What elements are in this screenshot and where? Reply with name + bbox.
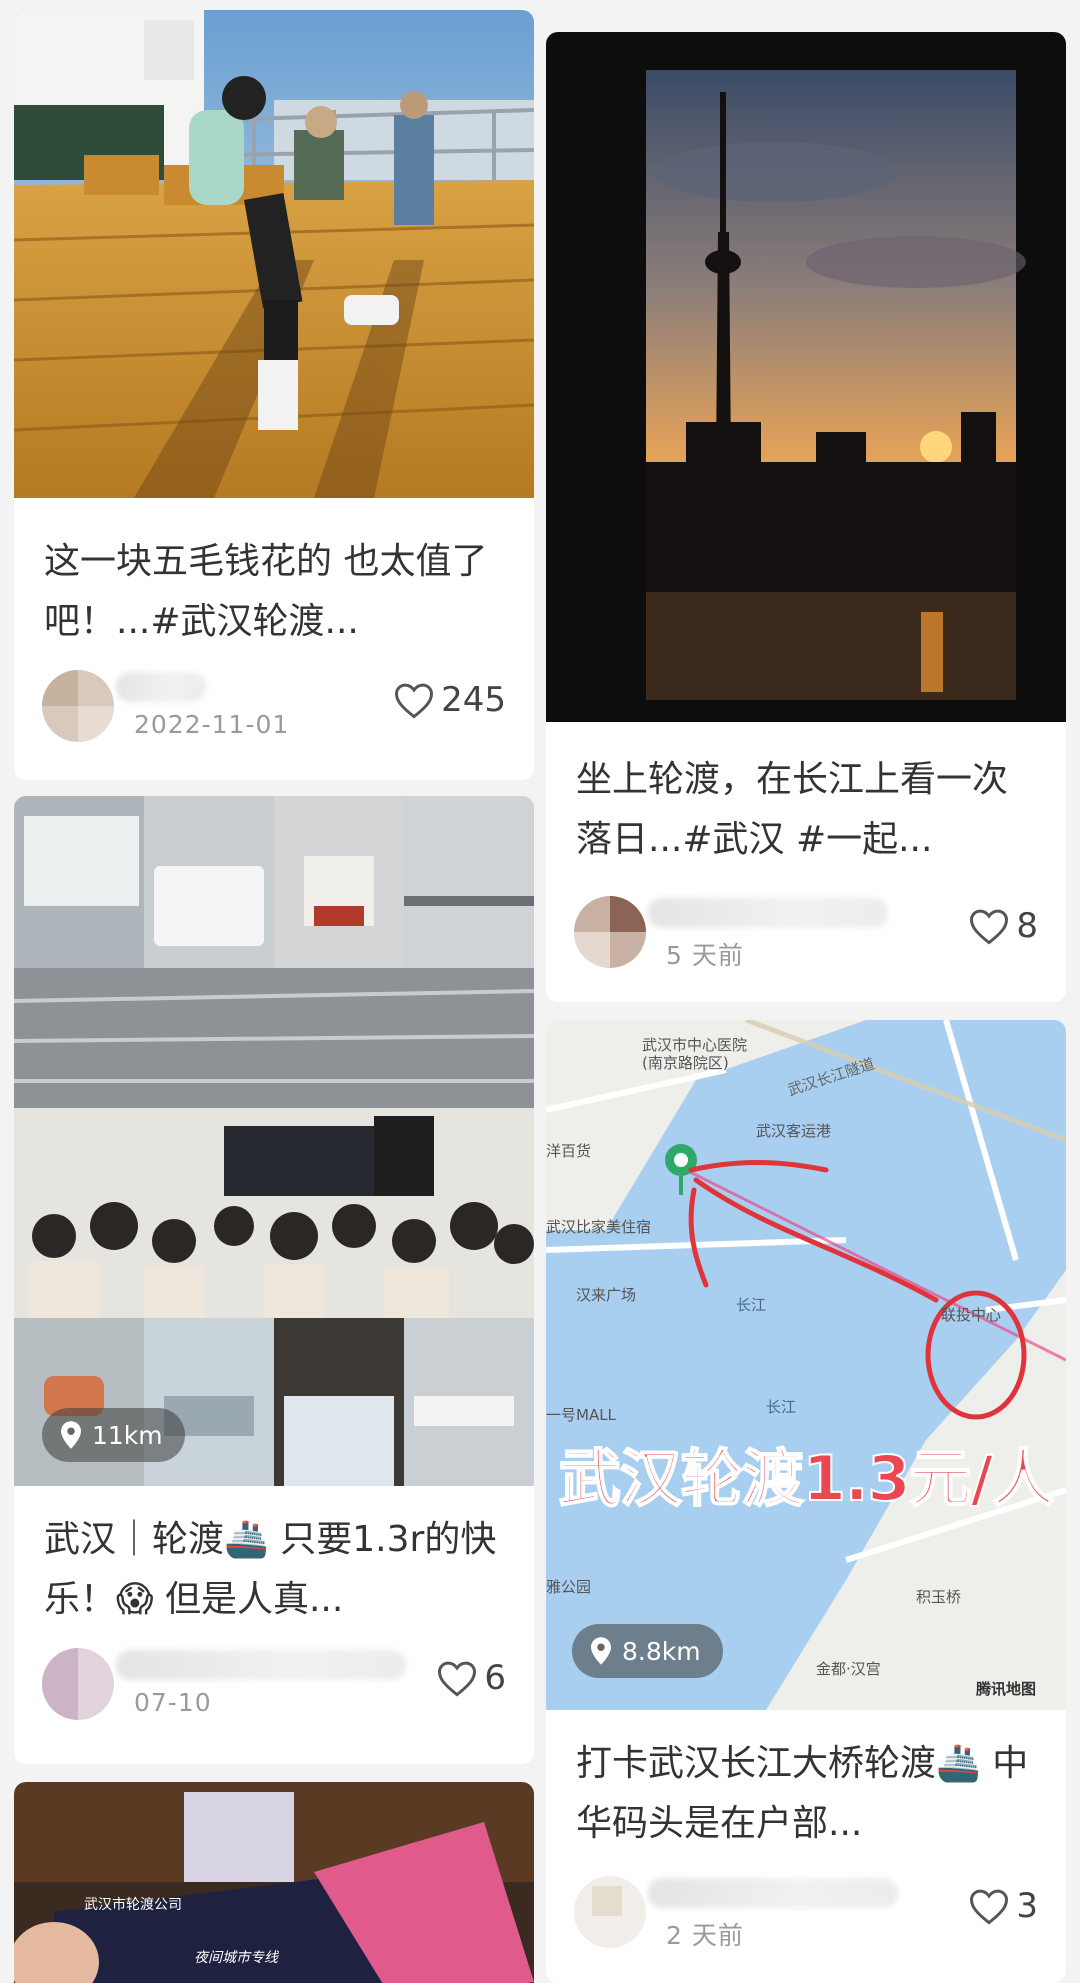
note-title[interactable]: 武汉｜轮渡🚢 只要1.3r的快乐！😱 但是人真... [44, 1510, 510, 1630]
heart-icon [970, 1889, 1009, 1925]
feed-grid: 这一块五毛钱花的 也太值了吧！...#武汉轮渡... 2022-11-01 24… [0, 0, 1080, 1983]
cover-image[interactable]: 武汉市轮渡公司 夜间城市专线 [14, 1782, 534, 1983]
location-pin-icon [61, 1421, 81, 1449]
note-date: 5 天前 [666, 941, 744, 970]
distance-label: 11km [92, 1420, 163, 1450]
note-date: 2022-11-01 [134, 710, 290, 739]
author-name-blurred[interactable] [116, 1650, 406, 1680]
map-label: 联投中心 [941, 1306, 1002, 1324]
avatar[interactable] [42, 1648, 114, 1720]
author-name-blurred[interactable] [116, 672, 206, 702]
note-date: 2 天前 [666, 1921, 744, 1950]
distance-label: 8.8km [622, 1636, 701, 1666]
map-label: 洋百货 [546, 1142, 592, 1160]
author-row: 5 天前 8 [574, 896, 1038, 970]
like-count: 8 [1016, 906, 1038, 946]
author-name-blurred[interactable] [648, 1878, 898, 1908]
map-label: 雅公园 [546, 1578, 592, 1596]
author-name-blurred[interactable] [648, 898, 888, 928]
like-button[interactable]: 8 [968, 904, 1038, 948]
note-card[interactable]: 这一块五毛钱花的 也太值了吧！...#武汉轮渡... 2022-11-01 24… [14, 10, 534, 780]
map-banner-text: 武汉轮渡1.3元/人 [558, 1441, 1055, 1516]
cover-image[interactable] [14, 10, 534, 498]
author-row: 2 天前 3 [574, 1876, 1038, 1950]
location-distance-badge: 8.8km [572, 1624, 723, 1678]
like-button[interactable]: 6 [436, 1656, 506, 1700]
map-label: 汉来广场 [576, 1286, 637, 1304]
map-label: (南京路院区) [642, 1054, 729, 1072]
map-label: 积玉桥 [916, 1588, 962, 1606]
cover-image[interactable] [546, 32, 1066, 722]
note-title[interactable]: 这一块五毛钱花的 也太值了吧！...#武汉轮渡... [44, 532, 510, 652]
map-label: 武汉客运港 [756, 1122, 832, 1140]
ticket-company: 武汉市轮渡公司 [84, 1897, 182, 1913]
heart-icon [438, 1661, 477, 1697]
ticket-line: 夜间城市专线 [194, 1950, 278, 1966]
location-pin-icon [591, 1637, 611, 1665]
author-row: 2022-11-01 245 [42, 670, 506, 742]
note-date: 07-10 [134, 1688, 212, 1717]
cover-image-collage[interactable]: 11km [14, 796, 534, 1486]
note-title[interactable]: 打卡武汉长江大桥轮渡🚢 中华码头是在户部... [576, 1734, 1042, 1854]
map-label: 长江 [766, 1398, 797, 1416]
note-card[interactable]: 坐上轮渡，在长江上看一次落日...#武汉 #一起... 5 天前 8 [546, 32, 1066, 1002]
avatar[interactable] [574, 896, 646, 968]
note-card[interactable]: 武汉轮渡1.3元/人 武汉市中心医院 (南京路院区) 武汉长江隧道 武汉客运港 … [546, 1020, 1066, 1983]
like-count: 6 [484, 1658, 506, 1698]
heart-icon [970, 909, 1009, 945]
note-card[interactable]: 11km 武汉｜轮渡🚢 只要1.3r的快乐！😱 但是人真... 07-10 6 [14, 796, 534, 1764]
map-label: 腾讯地图 [976, 1680, 1037, 1698]
location-distance-badge: 11km [42, 1408, 185, 1462]
avatar[interactable] [574, 1876, 646, 1948]
cover-image-map[interactable]: 武汉轮渡1.3元/人 武汉市中心医院 (南京路院区) 武汉长江隧道 武汉客运港 … [546, 1020, 1066, 1710]
map-label: 金都·汉宫 [816, 1660, 881, 1678]
note-card[interactable]: 武汉市轮渡公司 夜间城市专线 [14, 1782, 534, 1983]
avatar[interactable] [42, 670, 114, 742]
like-count: 245 [441, 680, 506, 720]
map-label: 一号MALL [546, 1406, 616, 1424]
like-button[interactable]: 3 [968, 1884, 1038, 1928]
like-button[interactable]: 245 [393, 678, 506, 722]
map-label: 武汉比家美住宿 [546, 1218, 652, 1236]
map-label: 长江 [736, 1296, 767, 1314]
like-count: 3 [1016, 1886, 1038, 1926]
author-row: 07-10 6 [42, 1648, 506, 1720]
note-title[interactable]: 坐上轮渡，在长江上看一次落日...#武汉 #一起... [576, 750, 1042, 870]
heart-icon [395, 683, 434, 719]
